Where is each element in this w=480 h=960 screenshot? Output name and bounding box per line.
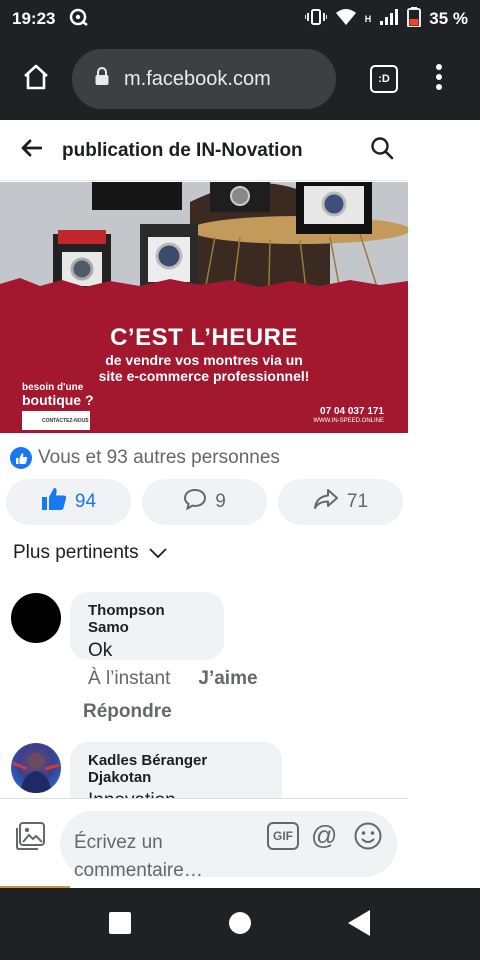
comment-author[interactable]: Kadles Béranger Djakotan <box>88 752 264 786</box>
comment-bubble-icon <box>183 488 207 516</box>
comment-input[interactable]: Écrivez un commentaire… GIF @ <box>60 811 397 881</box>
notification-icon <box>69 8 89 31</box>
comment-actions: À l’instant J’aime <box>88 668 258 690</box>
home-nav-button[interactable] <box>229 912 251 934</box>
reactions-summary-text: Vous et 93 autres personnes <box>38 447 280 468</box>
ad-website: WWW.IN-SPEED.ONLINE <box>313 418 384 424</box>
ad-phone: 07 04 037 171 <box>320 406 384 417</box>
comment-author[interactable]: Thompson Samo <box>88 602 206 636</box>
thumbs-up-icon <box>41 487 67 517</box>
battery-icon <box>407 6 422 32</box>
wifi-icon <box>335 8 357 31</box>
comment-input-placeholder: Écrivez un commentaire… <box>74 829 264 885</box>
comment-count: 9 <box>215 491 226 512</box>
ad-subline-1: de vendre vos montres via un <box>105 352 303 368</box>
ad-question: besoin d'une boutique ? <box>22 382 112 408</box>
system-navigation-bar <box>0 888 480 960</box>
chevron-down-icon <box>149 542 167 564</box>
avatar[interactable] <box>11 593 61 643</box>
url-text: m.facebook.com <box>124 67 271 90</box>
ad-headline: C’EST L’HEURE <box>110 324 298 351</box>
signal-icon <box>379 8 399 30</box>
search-icon <box>370 136 394 165</box>
status-bar: 19:23 H 35 % <box>0 0 480 38</box>
ad-contact-button: CONTACTEZ-NOUS <box>22 411 90 430</box>
share-count: 71 <box>346 491 369 512</box>
search-button[interactable] <box>362 136 402 165</box>
battery-level: 35 % <box>429 9 468 28</box>
comment-reply-link[interactable]: Répondre <box>83 701 172 723</box>
arrow-left-icon <box>20 139 43 162</box>
comment-composer: Écrivez un commentaire… GIF @ <box>0 798 408 888</box>
browser-menu-button[interactable] <box>414 63 464 95</box>
placeholder-line-2: commentaire… <box>74 860 203 881</box>
share-button[interactable]: 71 <box>278 479 403 525</box>
smiley-icon <box>353 822 383 855</box>
screen: 19:23 H 35 % m.facebook.com:D publicati… <box>0 0 480 960</box>
back-button[interactable] <box>0 139 62 162</box>
tab-switcher-button[interactable]: :D <box>354 65 414 93</box>
sort-label: Plus pertinents <box>13 542 139 563</box>
photo-icon <box>14 822 46 855</box>
share-arrow-icon <box>313 488 339 516</box>
comment-button[interactable]: 9 <box>142 479 267 525</box>
home-button[interactable] <box>0 38 72 120</box>
back-nav-button[interactable] <box>348 910 370 936</box>
reactions-summary[interactable]: Vous et 93 autres personnes <box>10 447 280 469</box>
like-reaction-icon <box>10 447 32 469</box>
status-time: 19:23 <box>12 9 56 28</box>
comment-text: Ok <box>88 640 113 661</box>
more-vertical-icon <box>435 63 443 95</box>
avatar[interactable] <box>11 743 61 793</box>
emoji-button[interactable] <box>353 821 383 856</box>
ad-question-line-2: boutique ? <box>22 392 94 408</box>
mention-button[interactable]: @ <box>311 820 337 851</box>
vibrate-icon <box>303 8 328 31</box>
network-type: H <box>364 14 372 24</box>
gif-button[interactable]: GIF <box>267 822 299 850</box>
address-bar[interactable]: m.facebook.com <box>72 49 336 109</box>
tab-count: :D <box>370 65 398 93</box>
lock-icon <box>94 66 110 92</box>
comment-bubble[interactable]: Thompson Samo Ok <box>70 592 224 661</box>
post-header: publication de IN-Novation <box>0 121 408 181</box>
browser-toolbar: m.facebook.com :D <box>0 38 480 120</box>
placeholder-line-1: Écrivez un <box>74 832 163 853</box>
page-title: publication de IN-Novation <box>62 139 303 161</box>
recents-button[interactable] <box>109 912 131 934</box>
post-image[interactable]: C’EST L’HEURE de vendre vos montres via … <box>0 182 408 433</box>
like-count: 94 <box>74 491 97 512</box>
comment-sort-dropdown[interactable]: Plus pertinents <box>13 542 167 564</box>
home-icon <box>22 63 50 96</box>
add-photo-button[interactable] <box>14 821 46 856</box>
like-button[interactable]: 94 <box>6 479 131 525</box>
comment-time: À l’instant <box>88 668 171 689</box>
comment-like-link[interactable]: J’aime <box>198 668 257 690</box>
